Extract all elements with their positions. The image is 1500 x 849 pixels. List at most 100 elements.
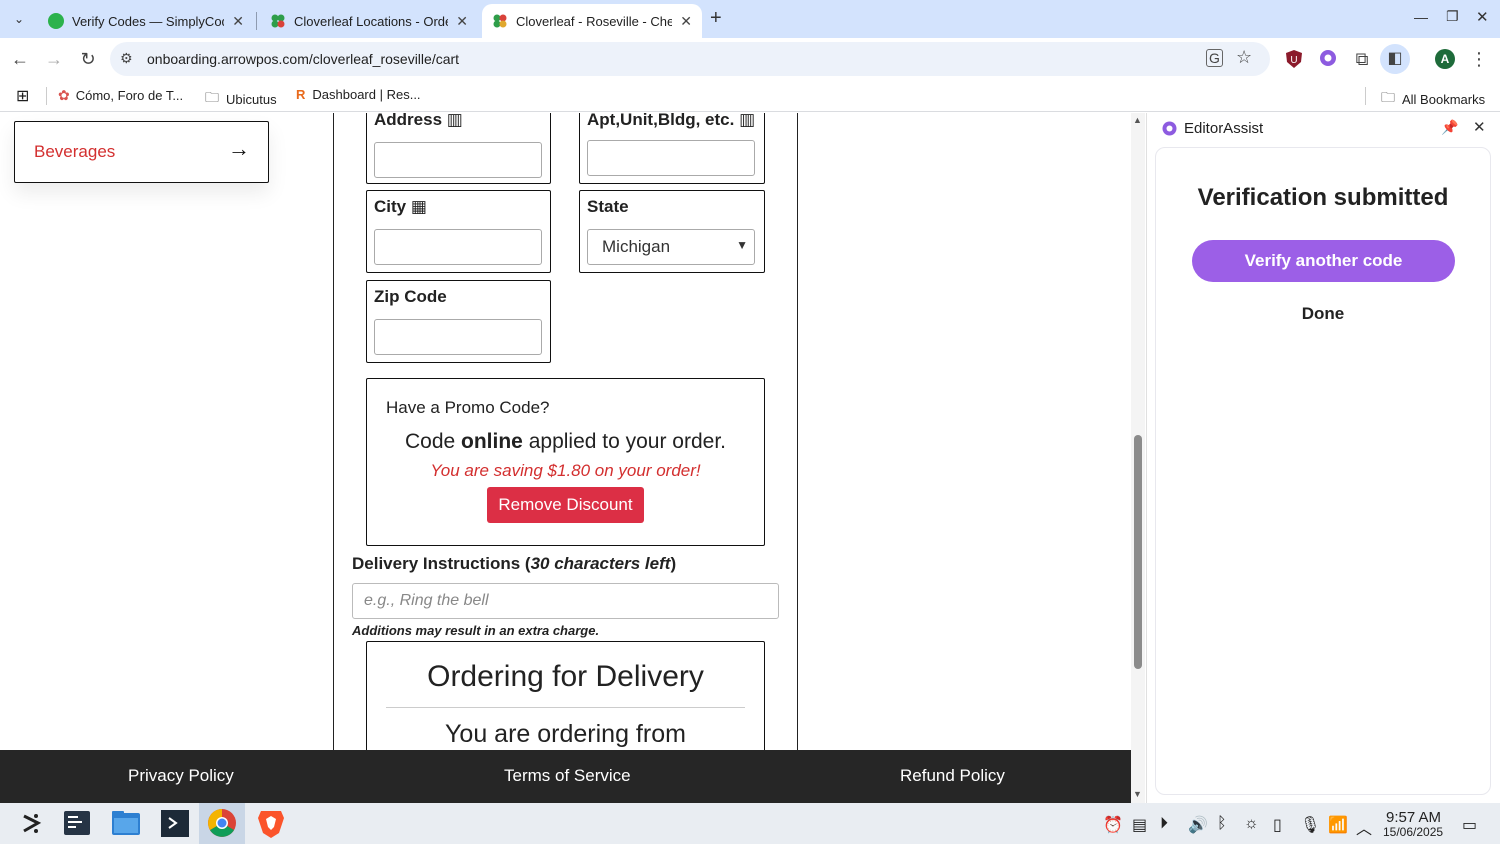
close-panel-icon[interactable]: ✕ <box>1473 118 1486 136</box>
apt-field-group: Apt,Unit,Bldg, etc. ▥ <box>579 113 765 184</box>
terminal-icon[interactable] <box>152 803 198 844</box>
arrow-right-icon: → <box>228 136 250 161</box>
forward-icon[interactable]: → <box>44 49 64 69</box>
minimize-icon[interactable]: — <box>1414 9 1428 25</box>
brightness-icon[interactable]: ☼ <box>1244 815 1259 833</box>
new-tab-icon[interactable]: + <box>710 7 722 30</box>
wifi-icon[interactable]: 📶 <box>1328 815 1348 835</box>
restore-icon[interactable]: ❐ <box>1446 8 1459 25</box>
tab-search-icon[interactable]: ⌄ <box>10 10 28 28</box>
tab-title: Cloverleaf - Roseville - Chec <box>516 13 673 29</box>
menu-kebab-icon[interactable]: ⋮ <box>1469 49 1489 69</box>
delivery-instructions-input[interactable]: e.g., Ring the bell <box>352 583 779 619</box>
clipboard-icon[interactable]: ▤ <box>1132 815 1147 835</box>
state-select[interactable]: Michigan ▼ <box>587 229 755 265</box>
battery-icon[interactable]: ▯ <box>1273 815 1282 835</box>
remove-discount-button[interactable]: Remove Discount <box>487 487 644 523</box>
files-icon[interactable] <box>102 803 148 844</box>
zip-input[interactable] <box>374 319 542 355</box>
bookmark-star-icon[interactable]: ☆ <box>1236 47 1252 68</box>
city-label: City ▦ <box>374 197 427 216</box>
page-scrollbar[interactable]: ▲ ▼ <box>1131 113 1145 803</box>
como-favicon-icon: ✿ <box>58 87 70 103</box>
media-play-icon[interactable]: ⏵ <box>1160 815 1168 833</box>
profile-avatar[interactable]: A <box>1435 49 1455 69</box>
clover-favicon-icon <box>492 13 508 29</box>
brave-icon[interactable] <box>248 803 294 844</box>
bookmarks-divider <box>1365 87 1366 105</box>
done-button[interactable]: Done <box>1156 304 1490 324</box>
bookmark-ubicutus[interactable]: 🗀 Ubicutus <box>205 87 277 111</box>
close-tab-icon[interactable]: ✕ <box>232 13 244 30</box>
divider <box>386 707 745 708</box>
editorassist-extension-icon[interactable] <box>1318 49 1338 69</box>
tab-cloverleaf-roseville[interactable]: Cloverleaf - Roseville - Chec ✕ <box>482 4 702 38</box>
clock-date[interactable]: 15/06/2025 <box>1383 825 1443 839</box>
side-panel-icon[interactable]: ◧ <box>1380 44 1410 74</box>
svg-text:U: U <box>1290 55 1297 66</box>
city-field-group: City ▦ <box>366 190 551 273</box>
editorassist-logo-icon <box>1162 121 1177 141</box>
close-tab-icon[interactable]: ✕ <box>456 13 468 30</box>
category-label: Beverages <box>34 142 116 161</box>
microphone-icon[interactable]: 🎙 <box>1300 815 1320 835</box>
folder-icon: 🗀 <box>205 89 219 105</box>
alarm-icon[interactable]: ⏰ <box>1103 815 1123 835</box>
scrollbar-thumb[interactable] <box>1134 435 1142 669</box>
site-info-icon[interactable]: ⚙ <box>120 50 133 67</box>
tab-simplycode[interactable]: Verify Codes — SimplyCode ✕ <box>38 4 254 38</box>
all-bookmarks[interactable]: 🗀 All Bookmarks <box>1381 87 1485 111</box>
bookmark-label: Ubicutus <box>226 91 277 107</box>
city-buildings-icon: ▦ <box>410 197 427 216</box>
ublock-icon[interactable]: U <box>1284 49 1304 69</box>
chevron-down-icon: ▼ <box>736 238 748 252</box>
close-tab-icon[interactable]: ✕ <box>680 13 692 30</box>
extensions-puzzle-icon[interactable]: ⧉ <box>1352 49 1372 69</box>
close-window-icon[interactable]: ✕ <box>1476 8 1489 26</box>
launcher-icon[interactable] <box>8 803 54 844</box>
bookmark-como[interactable]: ✿ Cómo, Foro de T... <box>58 87 183 104</box>
clover-favicon-icon <box>270 13 286 29</box>
clock-time[interactable]: 9:57 AM <box>1386 809 1441 826</box>
dashboard-favicon-icon: R <box>296 87 306 102</box>
delivery-instructions-label: Delivery Instructions (30 characters lef… <box>352 554 677 573</box>
terms-of-service-link[interactable]: Terms of Service <box>504 766 631 786</box>
beverages-category-card[interactable]: Beverages → <box>14 121 269 183</box>
verify-another-code-button[interactable]: Verify another code <box>1192 240 1455 282</box>
site-footer: Privacy Policy Terms of Service Refund P… <box>0 750 1131 803</box>
city-input[interactable] <box>374 229 542 265</box>
bookmark-dashboard[interactable]: R Dashboard | Res... <box>296 87 421 102</box>
chrome-icon[interactable] <box>199 803 245 844</box>
os-taskbar: ⏰ ▤ ⏵ 🔊 ᛒ ☼ ▯ 🎙 📶 ︿ 9:57 AM 15/06/2025 ▭ <box>0 803 1500 844</box>
apt-input[interactable] <box>587 140 755 176</box>
ordering-title: Ordering for Delivery <box>427 660 704 693</box>
reload-icon[interactable]: ↻ <box>78 49 98 69</box>
bookmarks-bar: ⊞ ✿ Cómo, Foro de T... 🗀 Ubicutus R Dash… <box>0 80 1500 112</box>
all-bookmarks-label: All Bookmarks <box>1402 91 1486 107</box>
notifications-icon[interactable]: ▭ <box>1462 815 1477 835</box>
scroll-down-icon[interactable]: ▼ <box>1133 789 1142 799</box>
address-input[interactable] <box>374 142 542 178</box>
promo-applied-text: Code online applied to your order. <box>404 430 727 453</box>
refund-policy-link[interactable]: Refund Policy <box>900 766 1005 786</box>
app-manager-icon[interactable] <box>54 803 100 844</box>
back-icon[interactable]: ← <box>10 49 30 69</box>
bluetooth-icon[interactable]: ᛒ <box>1217 815 1227 833</box>
tab-cloverleaf-locations[interactable]: Cloverleaf Locations - Orde ✕ <box>260 4 478 38</box>
tab-strip: ⌄ Verify Codes — SimplyCode ✕ Cloverleaf… <box>0 0 1500 38</box>
browser-toolbar: ← → ↻ ⚙ onboarding.arrowpos.com/cloverle… <box>0 38 1500 80</box>
privacy-policy-link[interactable]: Privacy Policy <box>128 766 234 786</box>
panel-title: EditorAssist <box>1184 120 1264 137</box>
verification-card: Verification submitted Verify another co… <box>1155 147 1491 795</box>
pin-icon[interactable]: 📌 <box>1441 119 1458 136</box>
zip-field-group: Zip Code <box>366 280 551 363</box>
apps-grid-icon[interactable]: ⊞ <box>16 86 29 106</box>
verification-heading: Verification submitted <box>1197 184 1449 211</box>
chevron-up-icon[interactable]: ︿ <box>1356 815 1372 839</box>
url-text[interactable]: onboarding.arrowpos.com/cloverleaf_rosev… <box>147 51 459 67</box>
volume-icon[interactable]: 🔊 <box>1188 815 1208 835</box>
scroll-up-icon[interactable]: ▲ <box>1133 115 1142 125</box>
translate-icon[interactable]: G <box>1206 49 1223 67</box>
simplycode-favicon-icon <box>48 13 64 29</box>
address-bar[interactable]: ⚙ onboarding.arrowpos.com/cloverleaf_ros… <box>110 42 1270 76</box>
